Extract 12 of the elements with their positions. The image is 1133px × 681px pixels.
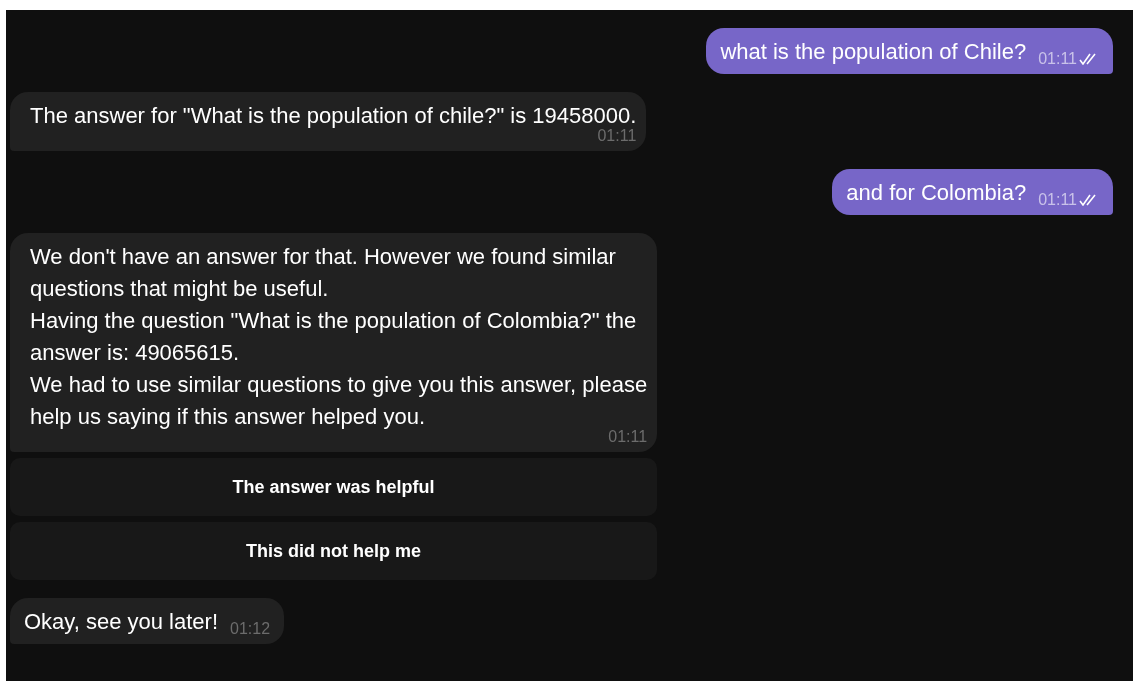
message-time: 01:11 [597,128,637,144]
inline-keyboard-button[interactable]: The answer was helpful [10,458,658,516]
message-text: We don't have an answer for that. However we found similar questions that might be useful. Having the question "What is the population of Colombia?" the answer is: 49065615. We had to use similar questions to give you this answer, please help us saying if this answer helped you. [30,243,648,430]
message-text: what is the population of Chile? [720,38,1027,66]
message-time: 01:12 [230,621,271,637]
message-time: 01:11 [608,429,648,445]
message-time: 01:11 [1038,192,1077,208]
inline-keyboard-button[interactable]: This did not help me [10,522,658,580]
message-text: and for Colombia? [846,179,1027,207]
message-text: The answer for "What is the population of chile?" is 19458000. [30,102,637,129]
message-text: Okay, see you later! [24,608,218,636]
message-time: 01:11 [1038,51,1077,67]
